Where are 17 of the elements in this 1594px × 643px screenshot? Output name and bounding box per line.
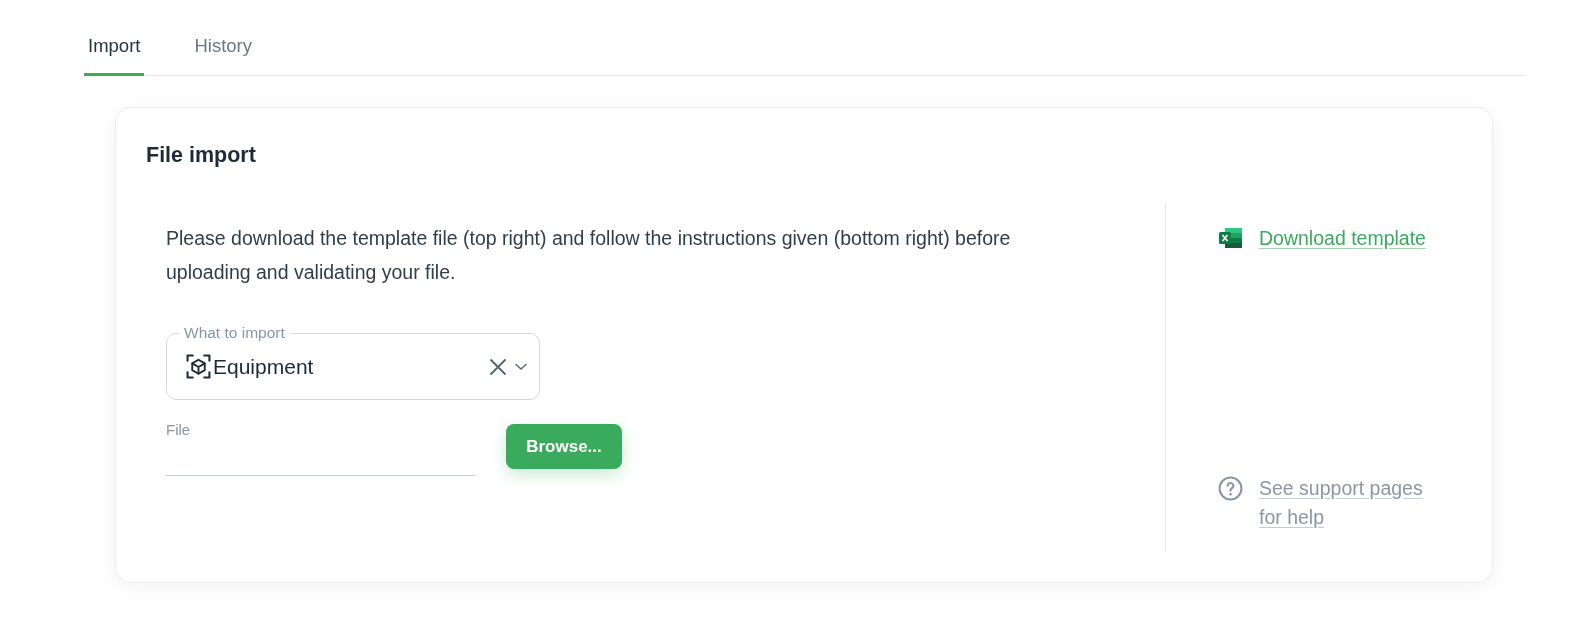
- clear-icon[interactable]: [489, 357, 507, 376]
- help-icon: [1218, 476, 1243, 501]
- select-field[interactable]: What to import Equipment: [166, 324, 540, 400]
- tab[interactable]: Import: [84, 18, 145, 76]
- field-label: File: [166, 420, 192, 440]
- help-link[interactable]: See support pages for help: [1259, 474, 1444, 532]
- browse-button[interactable]: Browse...: [506, 424, 622, 469]
- tab[interactable]: History: [190, 18, 256, 76]
- field-label: What to import: [183, 324, 286, 342]
- chevron-down-icon[interactable]: [515, 362, 527, 371]
- instructions-text: Please download the template file (top right) and follow the instructions given (bottom right) before uploading and validating your file.: [166, 226, 1012, 285]
- file-field[interactable]: File: [166, 420, 476, 476]
- cube-icon: [186, 354, 211, 379]
- download-template-link[interactable]: Download template: [1259, 221, 1426, 255]
- select-value: Equipment: [213, 354, 315, 379]
- card-title: File import: [146, 142, 257, 168]
- spreadsheet-icon: [1218, 227, 1243, 249]
